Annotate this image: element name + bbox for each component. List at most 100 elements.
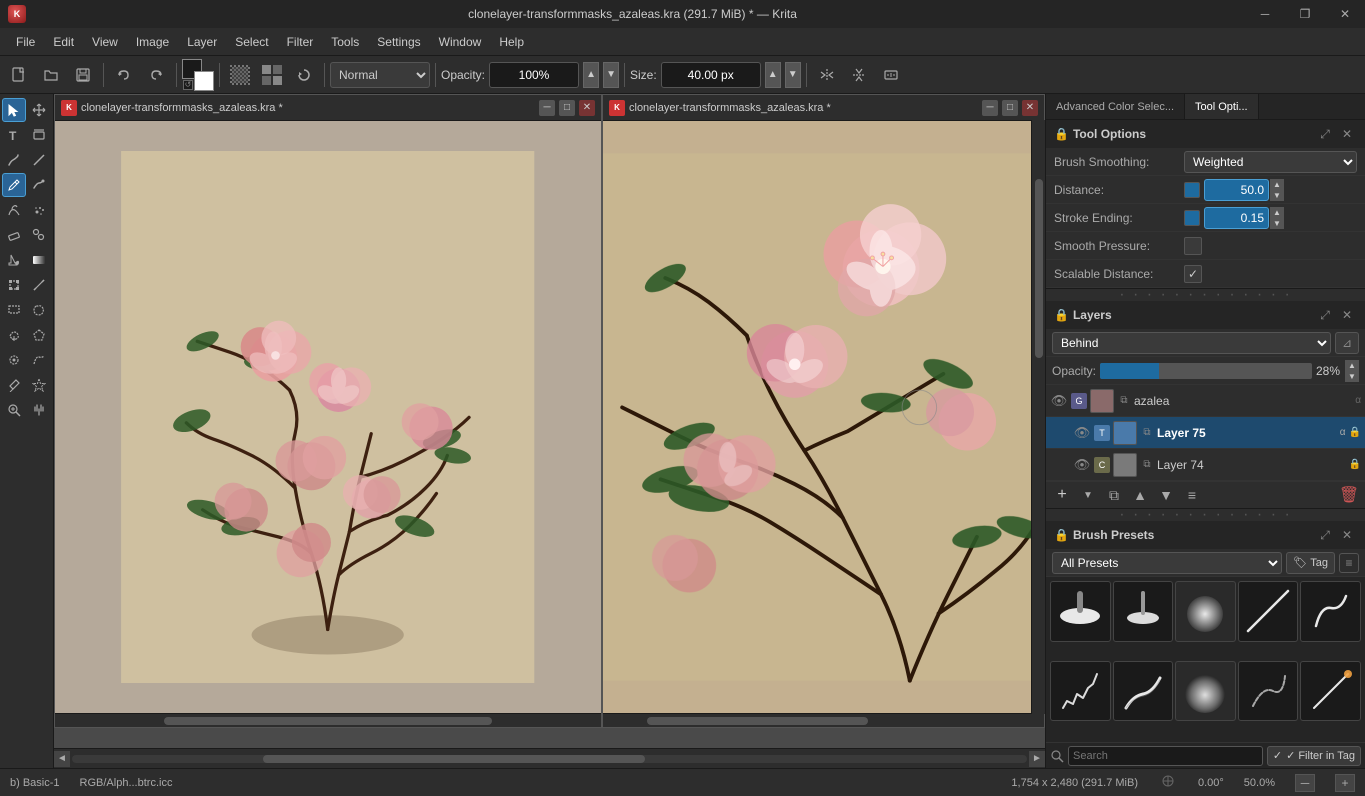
brush-preset-1[interactable] (1050, 581, 1111, 642)
canvas-h-scrollbar[interactable] (72, 755, 1027, 763)
tag-button[interactable]: 🏷 Tag (1286, 552, 1335, 574)
tool-move[interactable] (27, 98, 51, 122)
menu-image[interactable]: Image (128, 33, 177, 51)
opacity-down-button[interactable]: ▼ (603, 62, 619, 88)
pattern-button[interactable] (257, 60, 287, 90)
tool-options-float-button[interactable]: ⤢ (1315, 124, 1335, 144)
layers-filter-button[interactable]: ⊿ (1335, 332, 1359, 354)
smooth-pressure-checkbox[interactable] (1184, 237, 1202, 255)
size-input[interactable] (661, 62, 761, 88)
tool-polygon-select[interactable] (27, 323, 51, 347)
delete-layer-button[interactable]: 🗑 (1337, 483, 1361, 507)
scroll-right-button[interactable]: ► (1029, 751, 1045, 767)
tool-transform[interactable] (2, 273, 26, 297)
menu-tools[interactable]: Tools (323, 33, 367, 51)
menu-select[interactable]: Select (227, 33, 276, 51)
stroke-ending-up[interactable]: ▲ (1270, 207, 1284, 218)
save-document-button[interactable] (68, 60, 98, 90)
tool-zoom[interactable] (2, 398, 26, 422)
brush-preset-10[interactable] (1300, 661, 1361, 722)
scalable-distance-checkbox[interactable]: ✓ (1184, 265, 1202, 283)
zoom-in-button[interactable]: + (1335, 774, 1355, 792)
move-layer-down-button[interactable]: ▼ (1154, 483, 1178, 507)
copy-layer-button[interactable]: ⧉ (1102, 483, 1126, 507)
layer-item-75[interactable]: 👁 T ⧉ Layer 75 α 🔒 (1046, 417, 1365, 449)
move-layer-up-button[interactable]: ▲ (1128, 483, 1152, 507)
layers-blend-mode-select[interactable]: Behind Normal Multiply Screen (1052, 332, 1331, 354)
size-up-button[interactable]: ▲ (765, 62, 781, 88)
document-minimize-right[interactable]: ─ (982, 100, 998, 116)
tab-tool-options[interactable]: Tool Opti... (1185, 94, 1259, 119)
layer-item-azalea[interactable]: 👁 G ⧉ azalea α (1046, 385, 1365, 417)
mirror-h-button[interactable] (812, 60, 842, 90)
canvas-scrollbar-horizontal-left[interactable] (55, 713, 601, 727)
menu-help[interactable]: Help (491, 33, 532, 51)
tool-fill[interactable] (2, 248, 26, 272)
tool-dynamic[interactable] (27, 173, 51, 197)
distance-down[interactable]: ▼ (1270, 190, 1284, 201)
document-minimize-left[interactable]: ─ (539, 100, 555, 116)
reset-colors-icon[interactable]: ↺ (183, 80, 193, 90)
tool-measure[interactable] (27, 273, 51, 297)
brush-presets-float-button[interactable]: ⤢ (1315, 525, 1335, 545)
brush-preset-7[interactable] (1113, 661, 1174, 722)
layer-visibility-75[interactable]: 👁 (1073, 424, 1091, 442)
blend-mode-select[interactable]: Normal Multiply Screen Overlay (330, 62, 430, 88)
menu-edit[interactable]: Edit (45, 33, 82, 51)
canvas-scrollbar-vertical[interactable] (1031, 120, 1045, 714)
wrap-button[interactable] (876, 60, 906, 90)
menu-window[interactable]: Window (431, 33, 490, 51)
opacity-spin-up[interactable]: ▲ (1345, 360, 1359, 371)
reset-brush-button[interactable] (289, 60, 319, 90)
layer-visibility-74[interactable]: 👁 (1073, 456, 1091, 474)
document-restore-left[interactable]: □ (559, 100, 575, 116)
tool-pan[interactable] (27, 398, 51, 422)
tool-select[interactable] (2, 98, 26, 122)
fill-pattern-button[interactable] (225, 60, 255, 90)
size-down-button[interactable]: ▼ (785, 62, 801, 88)
layers-float-button[interactable]: ⤢ (1315, 305, 1335, 325)
close-button[interactable]: ✕ (1325, 0, 1365, 28)
distance-input[interactable] (1204, 179, 1269, 201)
tool-eraser[interactable] (2, 223, 26, 247)
brush-search-input[interactable] (1068, 746, 1263, 766)
brush-preset-9[interactable] (1238, 661, 1299, 722)
menu-layer[interactable]: Layer (179, 33, 225, 51)
filter-in-tag-button[interactable]: ✓ ✓ Filter in Tag (1267, 746, 1361, 766)
layer-item-74[interactable]: 👁 C ⧉ Layer 74 🔒 (1046, 449, 1365, 481)
tool-freehand-select[interactable] (27, 298, 51, 322)
tool-color-picker[interactable] (2, 373, 26, 397)
menu-file[interactable]: File (8, 33, 43, 51)
brush-presets-close-button[interactable]: ✕ (1337, 525, 1357, 545)
stroke-ending-input[interactable] (1204, 207, 1269, 229)
document-canvas-right[interactable] (603, 121, 1044, 713)
tool-star-select[interactable] (27, 373, 51, 397)
menu-filter[interactable]: Filter (279, 33, 322, 51)
menu-settings[interactable]: Settings (369, 33, 428, 51)
canvas-scrollbar-horizontal-right[interactable] (603, 713, 1044, 727)
layers-opacity-slider[interactable] (1100, 363, 1312, 379)
brush-preset-4[interactable] (1238, 581, 1299, 642)
panel-drag-handle[interactable]: · · · · · · · · · · · · · (1046, 291, 1365, 299)
undo-button[interactable] (109, 60, 139, 90)
add-layer-dropdown[interactable]: ▼ (1076, 483, 1100, 507)
brush-preset-2[interactable] (1113, 581, 1174, 642)
opacity-spin-down[interactable]: ▼ (1345, 371, 1359, 382)
brush-presets-drag-handle[interactable]: · · · · · · · · · · · · · (1046, 511, 1365, 519)
tool-shape[interactable] (27, 123, 51, 147)
tool-clone[interactable] (27, 223, 51, 247)
layer-properties-button[interactable]: ≡ (1180, 483, 1204, 507)
layer-visibility-azalea[interactable]: 👁 (1050, 392, 1068, 410)
tool-options-close-button[interactable]: ✕ (1337, 124, 1357, 144)
brush-preset-6[interactable] (1050, 661, 1111, 722)
document-canvas-left[interactable] (55, 121, 601, 713)
brush-tag-select[interactable]: All Presets Basic Pencil Ink (1052, 552, 1282, 574)
new-document-button[interactable] (4, 60, 34, 90)
brush-smoothing-select[interactable]: Weighted None Basic Stabilizer (1184, 151, 1357, 173)
tool-contiguous-select[interactable] (2, 323, 26, 347)
document-close-left[interactable]: ✕ (579, 100, 595, 116)
brush-preset-8[interactable] (1175, 661, 1236, 722)
tool-freehand[interactable] (2, 148, 26, 172)
document-restore-right[interactable]: □ (1002, 100, 1018, 116)
zoom-out-button[interactable]: ─ (1295, 774, 1315, 792)
